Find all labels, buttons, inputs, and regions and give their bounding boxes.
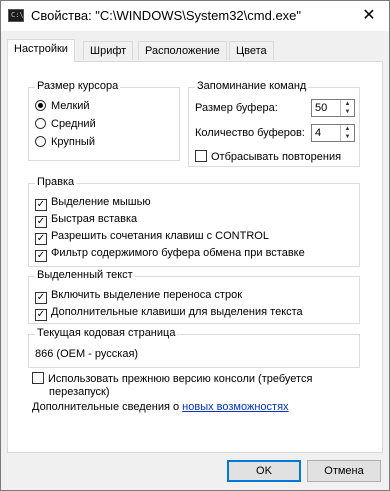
selected-text-title: Выделенный текст [35,269,135,281]
settings-panel: Размер курсора Мелкий Средний Крупный За… [7,61,383,453]
discard-duplicates-label: Отбрасывать повторения [211,151,342,163]
spin-up-icon[interactable]: ▲ [341,125,354,133]
check-icon[interactable]: ✓ [35,250,47,262]
tab-colors[interactable]: Цвета [229,41,274,60]
radio-medium-label: Средний [51,118,96,130]
buffer-count-label: Количество буферов: [195,127,305,139]
line-wrap-selection-option[interactable]: ✓ Включить выделение переноса строк [35,287,243,304]
spin-down-icon[interactable]: ▼ [341,133,354,141]
more-info-prefix: Дополнительные сведения о [32,401,183,413]
legacy-console-checkbox[interactable] [32,372,44,384]
radio-large-indicator[interactable] [35,136,46,147]
edit-options-group: Правка ✓ Выделение мышью ✓ Быстрая вставка… [28,176,360,267]
quick-paste-option[interactable]: ✓ Быстрая вставка [35,211,138,228]
discard-duplicates-checkbox[interactable] [195,150,207,162]
codepage-group: Текущая кодовая страница 866 (OEM - русс… [28,327,360,368]
radio-large-label: Крупный [51,136,95,148]
cancel-button[interactable]: Отмена [307,460,381,482]
spin-up-icon[interactable]: ▲ [341,100,354,108]
tab-layout[interactable]: Расположение [138,41,227,60]
ctrl-shortcuts-option[interactable]: ✓ Разрешить сочетания клавиш с CONTROL [35,228,269,245]
properties-dialog: C:\ Свойства: "C:\WINDOWS\System32\cmd.e… [0,0,390,491]
clipboard-filter-option[interactable]: ✓ Фильтр содержимого буфера обмена при вс… [35,245,305,262]
extended-keys-option[interactable]: ✓ Дополнительные клавиши для выделения те… [35,304,303,321]
buffer-size-spinner[interactable]: 50 ▲ ▼ [311,99,355,117]
line-wrap-selection-label: Включить выделение переноса строк [51,289,243,301]
window-title: Свойства: "C:\WINDOWS\System32\cmd.exe" [31,8,302,23]
radio-small-indicator[interactable] [35,100,46,111]
legacy-console-label-line2: перезапуск) [49,386,110,398]
codepage-title: Текущая кодовая страница [35,327,178,339]
radio-small-label: Мелкий [51,100,90,112]
radio-medium[interactable]: Средний [35,116,96,132]
console-icon: C:\ [8,9,24,22]
buffer-count-value[interactable]: 4 [315,126,321,140]
extended-keys-label: Дополнительные клавиши для выделения тек… [51,306,303,318]
command-history-group: Запоминание команд Размер буфера: 50 ▲ ▼ … [188,80,360,167]
clipboard-filter-label: Фильтр содержимого буфера обмена при вст… [51,247,305,259]
mouse-selection-label: Выделение мышью [51,196,151,208]
ctrl-shortcuts-label: Разрешить сочетания клавиш с CONTROL [51,230,269,242]
buffer-count-spinner[interactable]: 4 ▲ ▼ [311,124,355,142]
spin-down-icon[interactable]: ▼ [341,108,354,116]
command-history-title: Запоминание команд [195,80,309,92]
radio-large[interactable]: Крупный [35,134,95,150]
radio-medium-indicator[interactable] [35,118,46,129]
tab-font[interactable]: Шрифт [83,41,134,60]
edit-options-title: Правка [35,176,77,188]
title-bar: C:\ Свойства: "C:\WINDOWS\System32\cmd.e… [1,1,389,31]
cursor-size-title: Размер курсора [35,80,121,92]
check-icon[interactable]: ✓ [35,216,47,228]
buffer-size-value[interactable]: 50 [315,101,327,115]
quick-paste-label: Быстрая вставка [51,213,138,225]
codepage-value: 866 (OEM - русская) [35,348,139,360]
check-icon[interactable]: ✓ [35,233,47,245]
cursor-size-group: Размер курсора Мелкий Средний Крупный [28,80,180,161]
selected-text-group: Выделенный текст ✓ Включить выделение пер… [28,269,360,324]
more-info-text: Дополнительные сведения о новых возможно… [32,399,289,415]
check-icon[interactable]: ✓ [35,199,47,211]
new-features-link[interactable]: новых возможностях [182,401,288,413]
tab-settings[interactable]: Настройки [7,39,75,62]
buffer-size-label: Размер буфера: [195,102,278,114]
check-icon[interactable]: ✓ [35,309,47,321]
quick-edit-option[interactable]: ✓ Выделение мышью [35,194,151,211]
check-icon[interactable]: ✓ [35,292,47,304]
ok-button[interactable]: OK [227,460,301,482]
close-button[interactable]: ✕ [349,1,389,31]
radio-small[interactable]: Мелкий [35,98,90,114]
discard-duplicates-option[interactable]: Отбрасывать повторения [195,149,341,165]
